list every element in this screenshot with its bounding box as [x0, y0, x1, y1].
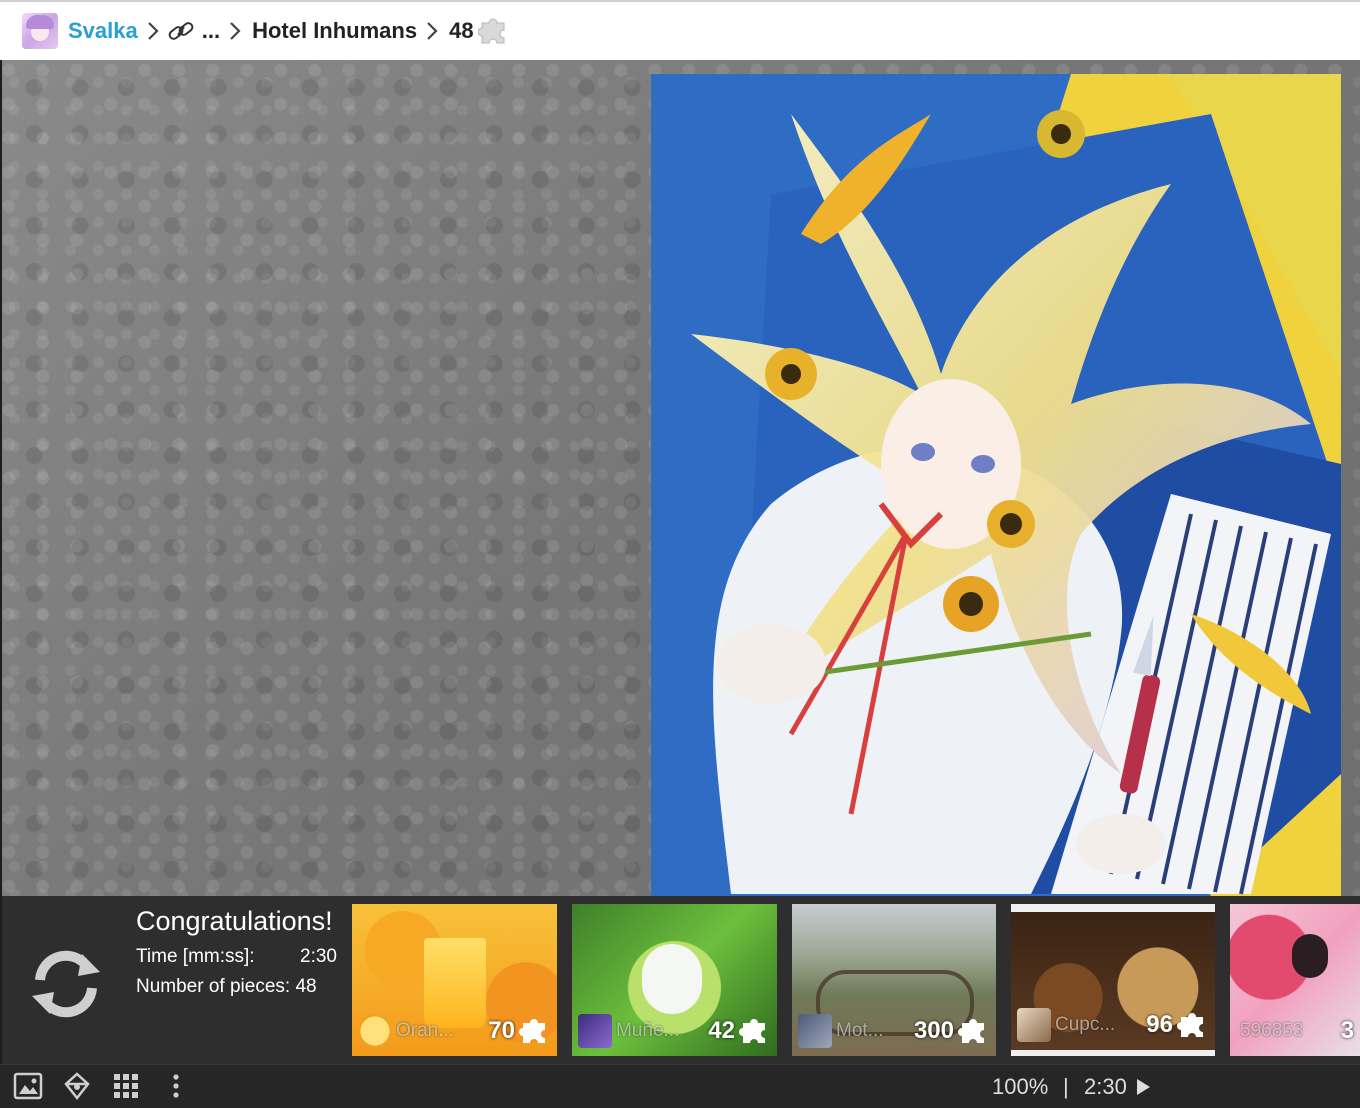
suggested-puzzle-5[interactable]: 596853 3 [1230, 904, 1360, 1056]
puzzle-piece-icon [477, 15, 510, 47]
time-value: 2:30 [300, 946, 337, 967]
suggested-puzzle-4[interactable]: Cupc... 96 [1011, 904, 1215, 1056]
suggested-puzzle-3[interactable]: Mot... 300 [792, 904, 996, 1056]
figure [1292, 934, 1328, 978]
user-avatar[interactable] [22, 13, 58, 49]
puzzle-piece-count: 300 [913, 1017, 954, 1044]
completed-puzzle-image[interactable] [651, 74, 1341, 896]
chevron-right-icon [224, 20, 246, 42]
breadcrumb: Svalka ... Hotel Inhumans 48 [0, 0, 1360, 60]
puzzle-piece-count: 3 [1340, 1017, 1354, 1044]
breadcrumb-piece-count: 48 [449, 18, 474, 43]
puzzle-name: Muñe... [616, 1020, 678, 1041]
puzzle-piece-icon [739, 1019, 765, 1043]
suggested-puzzle-2[interactable]: Muñe... 42 [572, 904, 777, 1056]
breadcrumb-user[interactable]: Svalka [68, 18, 138, 44]
thumbnail-label: Oran... 70 [358, 1012, 551, 1050]
chevron-right-icon [421, 20, 443, 42]
breadcrumb-collection[interactable]: Hotel Inhumans [252, 18, 417, 44]
refresh-icon[interactable] [26, 944, 106, 1024]
puzzle-piece-count: 70 [488, 1017, 515, 1044]
shape-icon[interactable] [61, 1070, 93, 1102]
pieces-label: Number of pieces: 48 [136, 976, 317, 997]
thumbnail-label: 596853 3 [1236, 1012, 1354, 1050]
puzzle-name: Mot... [836, 1020, 884, 1041]
link-icon[interactable] [166, 18, 196, 44]
bottom-toolbar [0, 1064, 1360, 1108]
puzzle-piece-icon [958, 1019, 984, 1043]
more-icon[interactable] [160, 1070, 192, 1102]
thumbnail-label: Mot... 300 [798, 1012, 990, 1050]
puzzle-piece-icon [519, 1019, 545, 1043]
time-label: Time [mm:ss]: [136, 946, 255, 967]
suggested-puzzle-1[interactable]: Oran... 70 [352, 904, 557, 1056]
snowman [642, 944, 702, 1014]
thumbnail-label: Cupc... 96 [1017, 1006, 1209, 1044]
timer: 2:30 [1084, 1074, 1127, 1099]
breadcrumb-ellipsis[interactable]: ... [202, 18, 220, 44]
puzzle-name: Cupc... [1055, 1014, 1116, 1035]
uploader-avatar [1017, 1008, 1051, 1042]
play-icon[interactable] [1134, 1077, 1152, 1097]
thumbnail-label: Muñe... 42 [578, 1012, 771, 1050]
congratulations-title: Congratulations! [136, 906, 333, 936]
uploader-avatar [358, 1014, 392, 1048]
puzzle-piece-count: 96 [1146, 1011, 1173, 1038]
puzzle-name: Oran... [396, 1020, 455, 1041]
status-divider: | [1063, 1074, 1069, 1099]
grid-icon[interactable] [110, 1070, 142, 1102]
puzzle-piece-icon [1177, 1013, 1203, 1037]
image-icon[interactable] [12, 1070, 44, 1102]
uploader-avatar [798, 1014, 832, 1048]
puzzle-name: 596853 [1240, 1020, 1304, 1041]
zoom-level[interactable]: 100% [992, 1074, 1048, 1100]
chevron-right-icon [142, 20, 164, 42]
puzzle-piece-count: 42 [708, 1017, 735, 1044]
uploader-avatar [578, 1014, 612, 1048]
